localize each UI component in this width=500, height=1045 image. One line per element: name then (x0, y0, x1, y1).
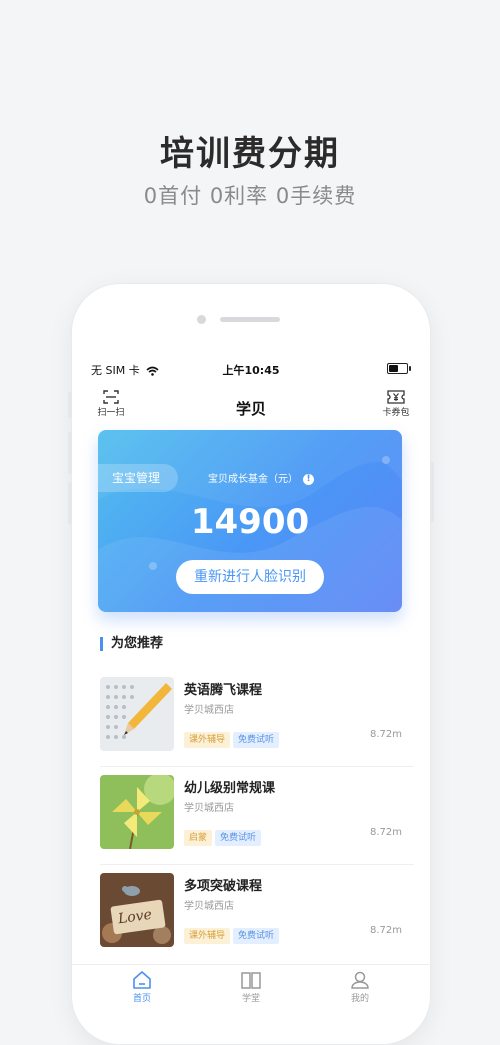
pinwheel-image (100, 775, 174, 849)
tag-tutoring: 课外辅导 (184, 732, 231, 748)
info-icon[interactable]: ! (303, 473, 314, 485)
nav-bar: 扫一扫 学贝 卡券包 (72, 388, 430, 428)
user-icon (351, 971, 369, 989)
tab-bar: 首页 学堂 我的 (72, 964, 430, 1045)
course-tags: 课外辅导 免费试听 (184, 923, 282, 944)
course-tags: 启蒙 免费试听 (184, 825, 264, 846)
baby-manage-button[interactable]: 宝宝管理 (98, 464, 179, 492)
tag-free-trial: 免费试听 (215, 830, 262, 846)
love-sign-image: Love (100, 873, 174, 947)
coupon-icon (387, 390, 405, 404)
course-item-breakthrough[interactable]: Love 多项突破课程 学贝城西店 课外辅导 免费试听 8.72m (100, 865, 414, 963)
status-time: 上午10:45 (222, 364, 280, 377)
tag-free-trial: 免费试听 (233, 732, 280, 748)
tag-enlightenment: 启蒙 (184, 830, 213, 846)
battery-icon (387, 363, 411, 374)
phone-power-button (430, 462, 434, 522)
book-icon (241, 972, 261, 989)
course-store: 学贝城西店 (184, 705, 234, 716)
tag-free-trial: 免费试听 (233, 928, 280, 944)
tab-home-label: 首页 (132, 994, 151, 1004)
wallet-button[interactable]: 卡券包 (376, 390, 416, 418)
phone-camera (197, 315, 206, 324)
tab-profile-label: 我的 (350, 994, 369, 1004)
course-distance: 8.72m (369, 729, 402, 740)
course-distance: 8.72m (369, 827, 402, 838)
course-name: 英语腾飞课程 (184, 683, 263, 698)
pencil-exam-image (100, 677, 174, 751)
tab-home[interactable]: 首页 (112, 971, 172, 1004)
wallet-label: 卡券包 (382, 408, 410, 418)
status-bar: 无 SIM 卡 上午10:45 (72, 360, 430, 378)
phone-volume-down (68, 482, 72, 524)
course-distance: 8.72m (369, 925, 402, 936)
tag-tutoring: 课外辅导 (184, 928, 231, 944)
home-icon (133, 971, 151, 989)
tab-profile[interactable]: 我的 (330, 971, 390, 1004)
course-store: 学贝城西店 (184, 803, 234, 814)
face-recognition-button[interactable]: 重新进行人脸识别 (176, 560, 324, 594)
phone-frame: 无 SIM 卡 上午10:45 扫一扫 学贝 卡券包 宝宝管理 宝贝成长基金（元… (68, 284, 434, 1045)
phone-speaker (220, 317, 280, 322)
course-name: 幼儿级别常规课 (184, 781, 276, 796)
fund-label-text: 宝贝成长基金（元） (208, 474, 298, 485)
fund-label: 宝贝成长基金（元）! (208, 470, 314, 485)
phone-volume-up (68, 432, 72, 474)
course-item-toddler[interactable]: 幼儿级别常规课 学贝城西店 启蒙 免费试听 8.72m (100, 767, 414, 865)
promo-subtitle: 0首付 0利率 0手续费 (143, 184, 357, 208)
promo-title: 培训费分期 (160, 134, 340, 174)
tab-study[interactable]: 学堂 (221, 971, 281, 1004)
course-item-english[interactable]: 英语腾飞课程 学贝城西店 课外辅导 免费试听 8.72m (100, 669, 414, 767)
tab-study-label: 学堂 (241, 994, 260, 1004)
growth-fund-card: 宝宝管理 宝贝成长基金（元）! 14900 重新进行人脸识别 (98, 430, 402, 612)
fund-amount: 14900 (190, 502, 310, 542)
recommend-section-title: 为您推荐 (100, 637, 163, 651)
course-store: 学贝城西店 (184, 901, 234, 912)
course-tags: 课外辅导 免费试听 (184, 727, 282, 748)
course-name: 多项突破课程 (184, 879, 263, 894)
